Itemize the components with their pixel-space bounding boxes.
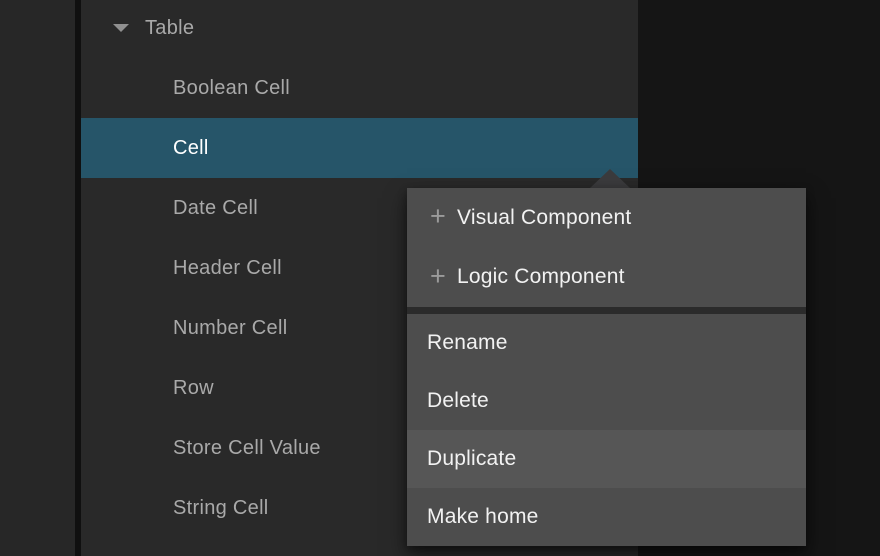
tree-item-label: Date Cell <box>173 197 258 220</box>
context-menu-actions-section: Rename Delete Duplicate Make home <box>407 314 806 546</box>
menu-item-make-home[interactable]: Make home <box>407 488 806 546</box>
context-menu-create-section: + Visual Component + Logic Component <box>407 188 806 307</box>
menu-item-label: Delete <box>427 389 489 413</box>
menu-item-label: Visual Component <box>457 206 631 230</box>
plus-icon: + <box>427 263 449 290</box>
tree-item-label: Row <box>173 377 214 400</box>
tree-item-label: Table <box>145 17 194 40</box>
tree-item-label: String Cell <box>173 497 269 520</box>
tree-item-label: Number Cell <box>173 317 287 340</box>
menu-item-delete[interactable]: Delete <box>407 372 806 430</box>
plus-icon: + <box>427 203 449 230</box>
menu-item-label: Make home <box>427 505 539 529</box>
menu-item-label: Duplicate <box>427 447 516 471</box>
menu-item-duplicate[interactable]: Duplicate <box>407 430 806 488</box>
tree-item-label: Store Cell Value <box>173 437 321 460</box>
app-window: Table Boolean Cell Cell Date Cell Header… <box>0 0 880 556</box>
left-sidebar-strip <box>0 0 75 556</box>
caret-down-icon[interactable] <box>113 24 129 32</box>
tree-item-label: Header Cell <box>173 257 282 280</box>
tree-item-label: Boolean Cell <box>173 77 290 100</box>
menu-section-divider <box>407 307 806 314</box>
menu-item-rename[interactable]: Rename <box>407 314 806 372</box>
tree-item-cell[interactable]: Cell <box>81 118 638 178</box>
menu-item-visual-component[interactable]: + Visual Component <box>407 188 806 248</box>
context-menu: + Visual Component + Logic Component Ren… <box>407 188 806 546</box>
menu-item-label: Logic Component <box>457 265 625 289</box>
menu-item-label: Rename <box>427 331 508 355</box>
tree-item-label: Cell <box>173 137 209 160</box>
tree-item-table[interactable]: Table <box>81 0 638 58</box>
menu-item-logic-component[interactable]: + Logic Component <box>407 248 806 308</box>
tree-item-boolean-cell[interactable]: Boolean Cell <box>81 58 638 118</box>
context-menu-arrow <box>590 169 630 188</box>
